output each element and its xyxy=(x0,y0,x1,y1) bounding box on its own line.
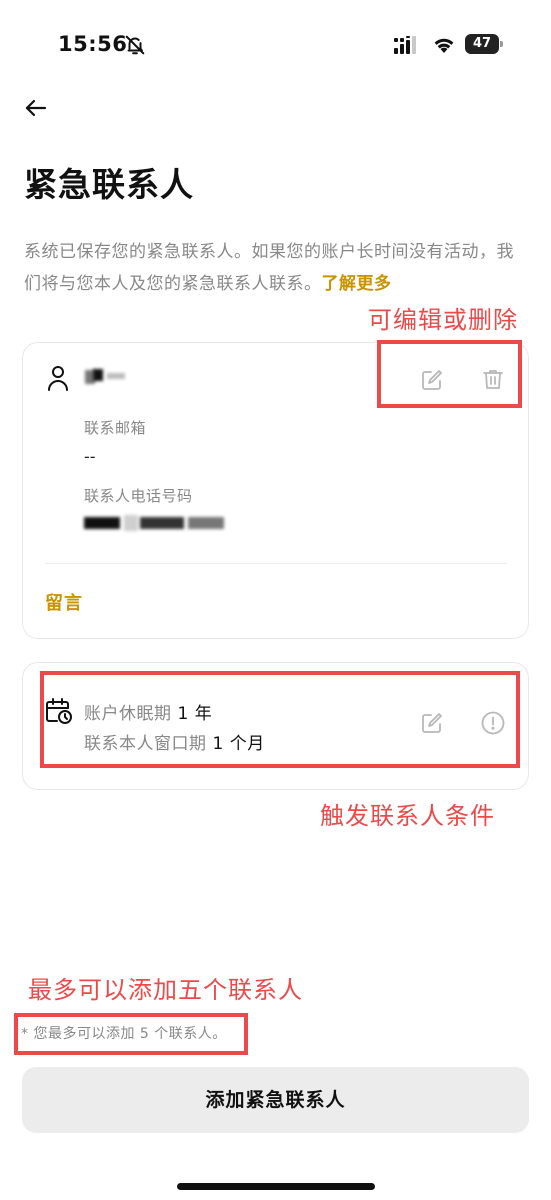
highlight-box-actions xyxy=(377,340,522,408)
divider xyxy=(45,563,507,564)
annotation-max-contacts: 最多可以添加五个联系人 xyxy=(28,976,303,1004)
page-title: 紧急联系人 xyxy=(24,165,194,204)
email-label: 联系邮箱 xyxy=(84,419,147,437)
phone-value-redacted xyxy=(84,511,244,535)
contact-name-redacted xyxy=(83,367,143,389)
message-link[interactable]: 留言 xyxy=(45,589,83,615)
highlight-box-conditions xyxy=(40,671,520,768)
email-value: -- xyxy=(84,447,96,466)
add-emergency-contact-button[interactable]: 添加紧急联系人 xyxy=(22,1067,529,1133)
learn-more-link[interactable]: 了解更多 xyxy=(322,274,392,294)
person-icon xyxy=(48,366,68,391)
annotation-edit-delete: 可编辑或删除 xyxy=(368,306,518,334)
highlight-box-note xyxy=(14,1013,248,1055)
annotation-trigger: 触发联系人条件 xyxy=(320,802,495,830)
wifi-icon xyxy=(434,38,454,53)
description-text: 系统已保存您的紧急联系人。如果您的账户长时间没有活动，我们将与您本人及您的紧急联… xyxy=(24,242,514,294)
phone-label: 联系人电话号码 xyxy=(84,487,193,505)
status-time: 15:56 xyxy=(58,32,128,56)
home-indicator xyxy=(177,1183,375,1190)
battery-icon: 47 xyxy=(465,34,503,54)
battery-level: 47 xyxy=(465,34,499,54)
page-description: 系统已保存您的紧急联系人。如果您的账户长时间没有活动，我们将与您本人及您的紧急联… xyxy=(24,236,514,300)
signal-icon xyxy=(394,36,416,54)
bell-slash-icon xyxy=(125,35,145,55)
status-bar: 15:56 47 xyxy=(0,0,551,90)
arrow-left-icon[interactable] xyxy=(22,94,50,122)
